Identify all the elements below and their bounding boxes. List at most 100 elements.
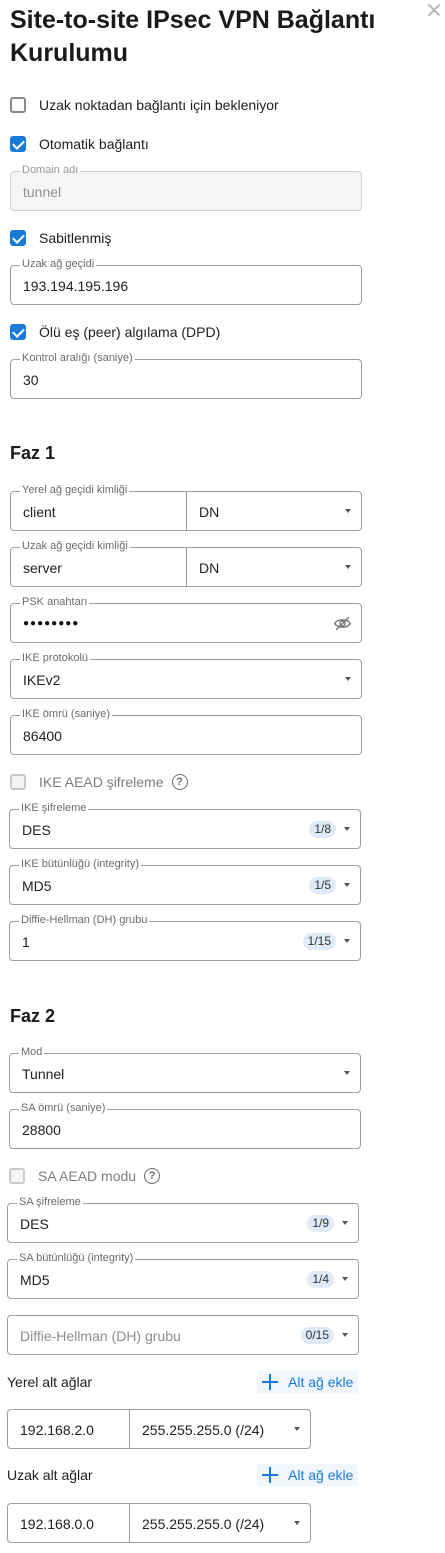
add-remote-subnet-button[interactable]: Alt ağ ekle bbox=[257, 1464, 359, 1486]
dpd-option[interactable]: Ölü eş (peer) algılama (DPD) bbox=[10, 324, 220, 340]
psk-label: PSK anahtarı bbox=[20, 596, 90, 609]
domain-field: Domain adı tunnel bbox=[10, 164, 362, 211]
remote-gateway-field[interactable]: Uzak ağ geçidi 193.194.195.196 bbox=[10, 258, 362, 305]
ike-encryption-label: IKE şifreleme bbox=[19, 802, 89, 815]
dpd-checkbox[interactable] bbox=[10, 324, 26, 340]
page-title: Site-to-site IPsec VPN Bağlantı Kurulumu bbox=[10, 6, 376, 67]
remote-subnet-divider bbox=[129, 1504, 130, 1542]
wait-remote-checkbox[interactable] bbox=[10, 97, 26, 113]
mode-label: Mod bbox=[19, 1046, 45, 1059]
chevron-down-icon[interactable] bbox=[344, 939, 350, 943]
chevron-down-icon[interactable] bbox=[344, 883, 350, 887]
psk-masked-value: ●●●●●●●● bbox=[23, 618, 80, 629]
mode-value: Tunnel bbox=[22, 1066, 65, 1082]
sa-encryption-count-badge: 1/9 bbox=[307, 1215, 334, 1232]
sa-integrity-count-badge: 1/4 bbox=[307, 1271, 334, 1288]
local-id-type[interactable]: DN bbox=[199, 503, 219, 521]
add-local-subnet-button[interactable]: Alt ağ ekle bbox=[257, 1371, 359, 1393]
ike-integrity-value: MD5 bbox=[22, 878, 52, 894]
ike-dh-group-value: 1 bbox=[22, 934, 30, 950]
interval-label: Kontrol aralığı (saniye) bbox=[20, 352, 135, 365]
sa-lifetime-field[interactable]: SA ömrü (saniye) 28800 bbox=[9, 1102, 361, 1149]
plus-icon bbox=[262, 1374, 278, 1390]
chevron-down-icon[interactable] bbox=[342, 1221, 348, 1225]
remote-subnet-row[interactable]: 192.168.0.0 255.255.255.0 (/24) bbox=[7, 1503, 311, 1543]
chevron-down-icon[interactable] bbox=[345, 677, 351, 681]
remote-subnet-mask[interactable]: 255.255.255.0 (/24) bbox=[142, 1515, 264, 1533]
ike-lifetime-label: IKE ömrü (saniye) bbox=[20, 708, 113, 721]
chevron-down-icon[interactable] bbox=[342, 1277, 348, 1281]
wait-remote-option[interactable]: Uzak noktadan bağlantı için bekleniyor bbox=[10, 97, 279, 113]
interval-field[interactable]: Kontrol aralığı (saniye) 30 bbox=[10, 352, 362, 399]
pinned-checkbox[interactable] bbox=[10, 230, 26, 246]
sa-encryption-label: SA şifreleme bbox=[17, 1196, 83, 1209]
ike-lifetime-field[interactable]: IKE ömrü (saniye) 86400 bbox=[10, 708, 362, 755]
help-icon[interactable]: ? bbox=[171, 774, 188, 790]
chevron-down-icon[interactable] bbox=[294, 1521, 300, 1525]
sa-aead-option: SA AEAD modu ? bbox=[9, 1168, 161, 1184]
remote-gateway-value: 193.194.195.196 bbox=[23, 278, 129, 294]
local-id-label: Yerel ağ geçidi kimliği bbox=[20, 484, 130, 497]
ike-integrity-label: IKE bütünlüğü (integrity) bbox=[19, 858, 142, 871]
chevron-down-icon[interactable] bbox=[345, 509, 351, 513]
remote-gateway-label: Uzak ağ geçidi bbox=[20, 258, 97, 271]
ike-integrity-count-badge: 1/5 bbox=[309, 877, 336, 894]
phase1-heading: Faz 1 bbox=[10, 443, 56, 463]
chevron-down-icon[interactable] bbox=[342, 1333, 348, 1337]
sa-aead-checkbox bbox=[9, 1168, 25, 1184]
ike-aead-option: IKE AEAD şifreleme ? bbox=[10, 774, 188, 790]
ike-aead-checkbox bbox=[10, 774, 26, 790]
help-icon[interactable]: ? bbox=[144, 1168, 161, 1184]
sa-encryption-value: DES bbox=[20, 1216, 49, 1232]
sa-integrity-select[interactable]: SA bütünlüğü (integrity) MD5 1/4 bbox=[7, 1252, 359, 1299]
local-subnet-row[interactable]: 192.168.2.0 255.255.255.0 (/24) bbox=[7, 1409, 311, 1449]
remote-id-divider bbox=[186, 548, 187, 586]
pinned-option[interactable]: Sabitlenmiş bbox=[10, 230, 111, 246]
sa-dh-group-select[interactable]: Diffie-Hellman (DH) grubu 0/15 bbox=[7, 1315, 359, 1355]
eye-off-icon[interactable] bbox=[334, 616, 351, 631]
sa-dh-group-count-badge: 0/15 bbox=[300, 1327, 334, 1344]
psk-field[interactable]: PSK anahtarı ●●●●●●●● bbox=[10, 596, 362, 643]
ike-dh-group-select[interactable]: Diffie-Hellman (DH) grubu 1 1/15 bbox=[9, 914, 361, 961]
sa-lifetime-label: SA ömrü (saniye) bbox=[19, 1102, 108, 1115]
remote-id-field[interactable]: Uzak ağ geçidi kimliği server DN bbox=[10, 540, 362, 587]
ike-dh-group-count-badge: 1/15 bbox=[302, 933, 336, 950]
local-id-field[interactable]: Yerel ağ geçidi kimliği client DN bbox=[10, 484, 362, 531]
ike-encryption-select[interactable]: IKE şifreleme DES 1/8 bbox=[9, 802, 361, 849]
local-subnet-ip[interactable]: 192.168.2.0 bbox=[20, 1421, 94, 1439]
sa-aead-label: SA AEAD modu bbox=[38, 1168, 137, 1184]
auto-connect-checkbox[interactable] bbox=[10, 136, 26, 152]
add-remote-subnet-label: Alt ağ ekle bbox=[288, 1467, 354, 1483]
remote-id-type[interactable]: DN bbox=[199, 559, 219, 577]
remote-subnet-ip[interactable]: 192.168.0.0 bbox=[20, 1515, 94, 1533]
chevron-down-icon[interactable] bbox=[345, 565, 351, 569]
local-subnets-label: Yerel alt ağlar bbox=[7, 1374, 93, 1390]
ike-encryption-value: DES bbox=[22, 822, 51, 838]
ike-integrity-select[interactable]: IKE bütünlüğü (integrity) MD5 1/5 bbox=[9, 858, 361, 905]
remote-id-label: Uzak ağ geçidi kimliği bbox=[20, 540, 130, 553]
auto-connect-option[interactable]: Otomatik bağlantı bbox=[10, 136, 149, 152]
ike-dh-group-label: Diffie-Hellman (DH) grubu bbox=[19, 914, 150, 927]
plus-icon bbox=[262, 1467, 278, 1483]
phase2-heading: Faz 2 bbox=[10, 1006, 56, 1026]
ike-protocol-select[interactable]: IKE protokolü IKEv2 bbox=[10, 652, 362, 699]
mode-select[interactable]: Mod Tunnel bbox=[9, 1046, 361, 1093]
close-icon[interactable] bbox=[427, 3, 441, 17]
chevron-down-icon[interactable] bbox=[294, 1427, 300, 1431]
remote-id-value: server bbox=[23, 560, 62, 576]
local-subnet-mask[interactable]: 255.255.255.0 (/24) bbox=[142, 1421, 264, 1439]
domain-value: tunnel bbox=[23, 184, 62, 200]
sa-lifetime-value: 28800 bbox=[22, 1122, 61, 1138]
local-id-divider bbox=[186, 492, 187, 530]
sa-integrity-label: SA bütünlüğü (integrity) bbox=[17, 1252, 136, 1265]
interval-value: 30 bbox=[23, 372, 39, 388]
auto-connect-label: Otomatik bağlantı bbox=[39, 136, 149, 152]
ike-aead-label: IKE AEAD şifreleme bbox=[39, 774, 164, 790]
domain-label: Domain adı bbox=[20, 164, 81, 177]
sa-encryption-select[interactable]: SA şifreleme DES 1/9 bbox=[7, 1196, 359, 1243]
chevron-down-icon[interactable] bbox=[344, 1071, 350, 1075]
add-local-subnet-label: Alt ağ ekle bbox=[288, 1374, 354, 1390]
chevron-down-icon[interactable] bbox=[344, 827, 350, 831]
ike-encryption-count-badge: 1/8 bbox=[309, 821, 336, 838]
sa-dh-group-placeholder: Diffie-Hellman (DH) grubu bbox=[20, 1328, 181, 1344]
